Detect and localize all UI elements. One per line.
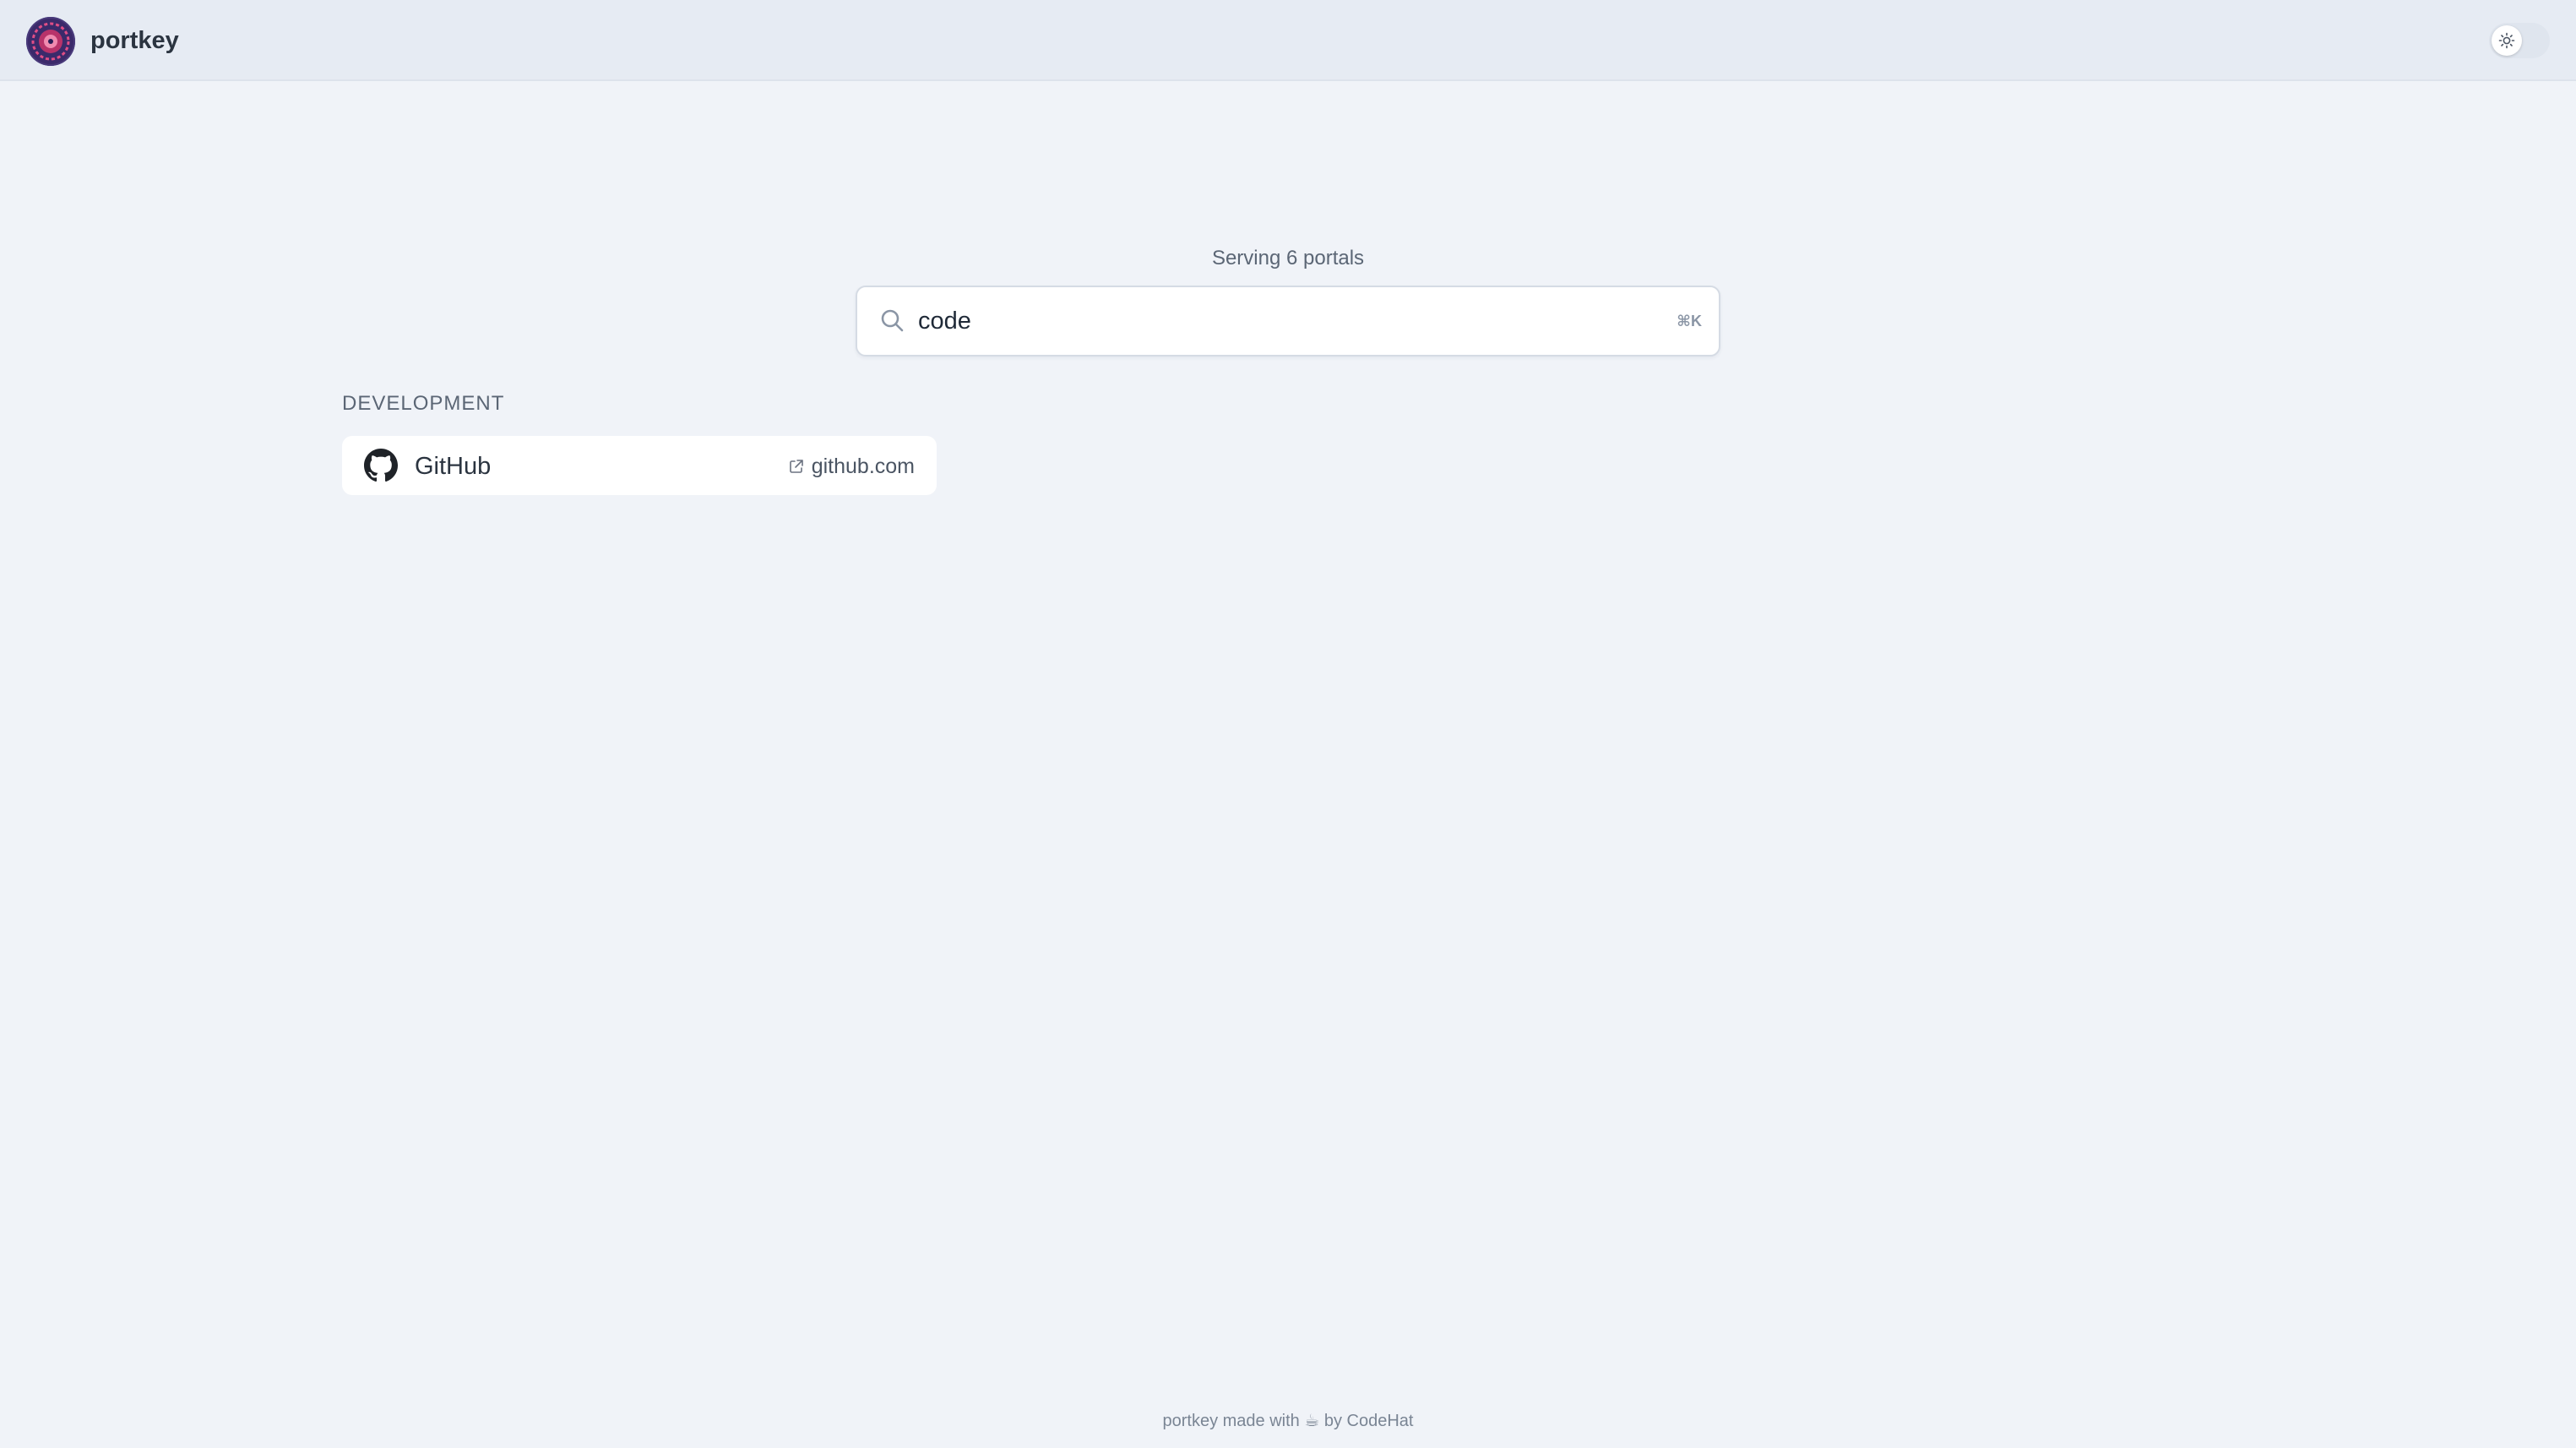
footer-text-before: portkey made with <box>1162 1412 1300 1430</box>
toggle-knob[interactable] <box>2492 25 2522 56</box>
portal-domain: github.com <box>811 455 915 478</box>
footer-text-after[interactable]: by CodeHat <box>1324 1412 1414 1430</box>
search-box[interactable]: ⌘K <box>856 286 1720 357</box>
brand-name[interactable]: portkey <box>90 25 179 56</box>
sun-icon <box>2498 32 2515 49</box>
coffee-icon: ☕ <box>1304 1412 1320 1430</box>
search-input[interactable] <box>918 301 1661 341</box>
portal-name: GitHub <box>415 453 492 480</box>
category-heading: DEVELOPMENT <box>342 392 505 415</box>
keyboard-shortcut-hint: ⌘K <box>1677 313 1702 329</box>
theme-toggle[interactable] <box>2489 23 2550 58</box>
portal-link[interactable]: github.com <box>788 453 915 480</box>
search-icon <box>881 309 904 332</box>
portkey-logo-icon[interactable] <box>26 17 75 66</box>
external-link-icon <box>789 460 803 473</box>
portal-card-github[interactable]: GitHub github.com <box>342 436 937 495</box>
top-header: portkey <box>0 0 2576 81</box>
footer: portkey made with ☕ by CodeHat <box>0 1409 2576 1433</box>
portal-count-text: Serving 6 portals <box>1211 247 1365 269</box>
github-icon <box>364 449 398 482</box>
